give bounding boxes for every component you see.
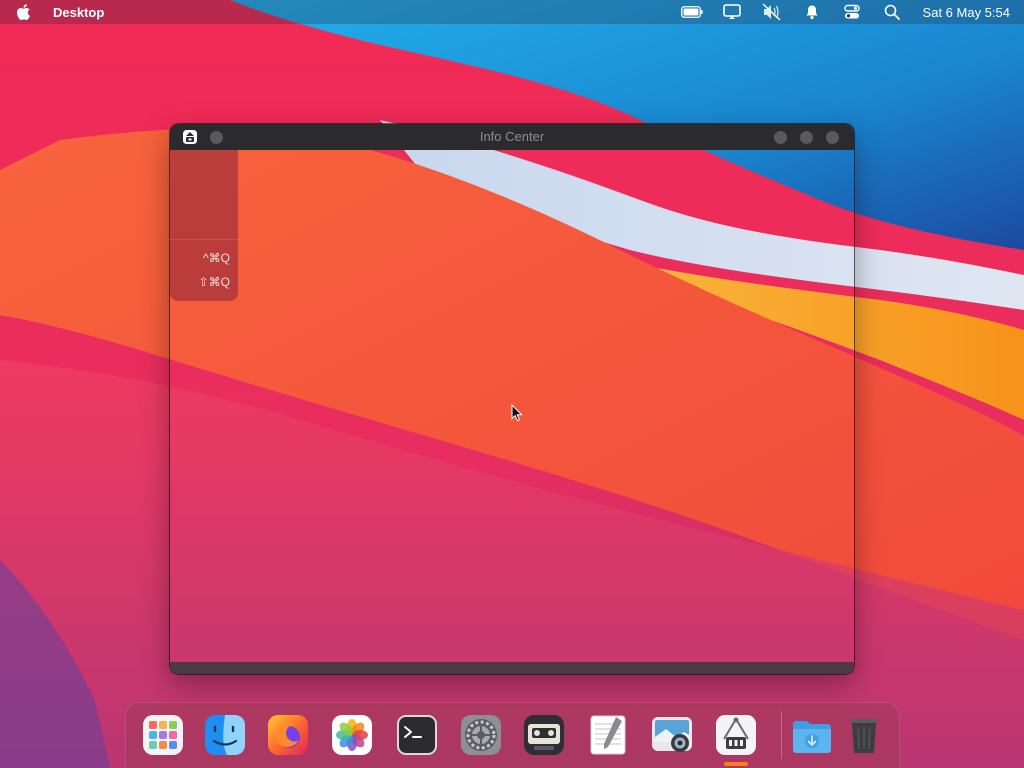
close-button[interactable] xyxy=(826,131,839,144)
dock-separator xyxy=(781,711,782,759)
archive-utility-icon[interactable] xyxy=(714,713,758,757)
menu-item-shortcut-2[interactable]: ⇧⌘Q xyxy=(170,271,238,293)
photos-icon[interactable] xyxy=(330,713,374,757)
menu-item-shortcut-1[interactable]: ^⌘Q xyxy=(170,247,238,269)
launchpad-icon[interactable] xyxy=(141,713,185,757)
search-icon[interactable] xyxy=(881,3,903,21)
menu-bar-clock[interactable]: Sat 6 May 5:54 xyxy=(923,5,1010,20)
status-area: Sat 6 May 5:54 xyxy=(663,0,1024,24)
window-title-bar[interactable]: Info Center xyxy=(170,124,854,150)
dock xyxy=(125,702,900,768)
notification-bell-icon[interactable] xyxy=(801,3,823,21)
window-title: Info Center xyxy=(479,129,545,144)
mouse-cursor-icon xyxy=(511,404,523,422)
firefox-icon[interactable] xyxy=(266,713,310,757)
app-name-label[interactable]: Desktop xyxy=(53,5,104,20)
menu-separator xyxy=(170,239,238,240)
running-app-indicator xyxy=(724,762,748,766)
desktop[interactable]: Desktop Sat 6 May 5:54 Info Center ^⌘Q ⇧… xyxy=(0,0,1024,768)
minimize-button[interactable] xyxy=(774,131,787,144)
battery-icon[interactable] xyxy=(680,3,703,21)
cassette-player-icon[interactable] xyxy=(522,713,566,757)
menu-bar: Desktop Sat 6 May 5:54 xyxy=(0,0,1024,24)
display-icon[interactable] xyxy=(721,3,743,21)
text-editor-icon[interactable] xyxy=(586,713,630,757)
downloads-folder-icon[interactable] xyxy=(790,713,834,757)
window-bottom-bar xyxy=(170,662,854,674)
trash-icon[interactable] xyxy=(842,713,886,757)
system-preferences-icon[interactable] xyxy=(459,713,503,757)
apple-logo-icon[interactable] xyxy=(15,3,33,21)
screenshot-icon[interactable] xyxy=(650,713,694,757)
maximize-button[interactable] xyxy=(800,131,813,144)
terminal-icon[interactable] xyxy=(395,713,439,757)
muted-speaker-icon[interactable] xyxy=(761,3,783,21)
finder-icon[interactable] xyxy=(203,713,247,757)
info-center-window[interactable]: Info Center xyxy=(170,124,854,674)
control-center-icon[interactable] xyxy=(841,3,863,21)
app-menu-dropdown: ^⌘Q ⇧⌘Q xyxy=(170,150,238,301)
